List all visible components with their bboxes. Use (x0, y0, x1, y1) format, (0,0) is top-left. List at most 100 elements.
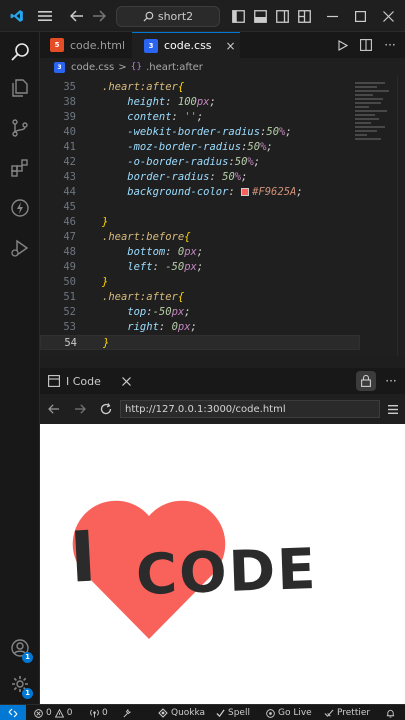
ports-indicator[interactable]: 0 (90, 705, 108, 720)
error-count: 0 (46, 708, 52, 718)
code-token: } (102, 276, 109, 288)
code-text: } (102, 215, 108, 230)
go-live-button[interactable]: Go Live (266, 705, 312, 720)
color-swatch[interactable] (241, 188, 250, 196)
code-token: ; (266, 141, 273, 153)
minimap[interactable] (355, 82, 395, 202)
editor-scrollbar[interactable] (397, 76, 405, 356)
remote-lightning-icon[interactable] (0, 188, 40, 228)
breadcrumb-separator: > (118, 61, 127, 73)
spell-indicator[interactable]: Spell (216, 705, 250, 720)
code-line[interactable]: 48 bottom: 0px; (40, 245, 360, 260)
prettier-indicator[interactable]: Prettier (324, 705, 370, 720)
code-line[interactable]: 40 -webkit-border-radius:50%; (40, 125, 360, 140)
error-icon (34, 708, 43, 718)
code-token: { (177, 291, 185, 303)
code-token: right (102, 321, 159, 333)
run-icon[interactable] (336, 32, 350, 58)
code-token: top (102, 306, 147, 318)
code-line[interactable]: 46} (40, 215, 360, 230)
quokka-indicator[interactable]: Quokka (158, 705, 205, 720)
code-token: -50 (152, 306, 172, 318)
heading-code: CODE (134, 536, 319, 609)
line-number: 39 (63, 111, 76, 123)
maximize-icon[interactable] (348, 0, 372, 32)
preview-close-icon[interactable] (118, 368, 134, 394)
toggle-panel-icon[interactable] (250, 0, 270, 32)
run-and-debug-icon[interactable] (0, 228, 40, 268)
toggle-secondary-sidebar-icon[interactable] (272, 0, 292, 32)
code-line[interactable]: 53 right: 0px; (40, 320, 360, 335)
code-token: } (103, 337, 110, 349)
code-line[interactable]: 38 height: 100px; (40, 95, 360, 110)
code-line[interactable]: 52 top:-50px; (40, 305, 360, 320)
preview-more-icon[interactable]: ··· (382, 368, 400, 394)
remote-indicator[interactable] (0, 705, 26, 720)
tools-icon[interactable] (122, 705, 131, 720)
code-token: .heart:after (102, 81, 178, 93)
preview-back-icon[interactable] (44, 394, 64, 424)
more-actions-icon[interactable]: ··· (382, 32, 398, 58)
code-token: { (177, 81, 185, 93)
settings-badge: 1 (22, 688, 33, 699)
code-line[interactable]: 43 border-radius: 50%; (40, 170, 360, 185)
breadcrumb-file[interactable]: code.css (71, 62, 114, 73)
code-line[interactable]: 50} (40, 275, 360, 290)
code-line[interactable]: 35 .heart:after{ (40, 80, 360, 95)
breadcrumb-symbol[interactable]: .heart:after (146, 62, 203, 73)
reload-icon[interactable] (96, 394, 116, 424)
code-line[interactable]: 44 background-color: #F9625A; (40, 185, 360, 200)
search-icon[interactable] (0, 32, 40, 72)
settings-gear-icon[interactable]: 1 (0, 664, 40, 704)
code-text: right: 0px; (102, 320, 197, 335)
command-center-search[interactable]: short2 (116, 6, 220, 27)
toggle-primary-sidebar-icon[interactable] (228, 0, 248, 32)
code-token: : (171, 111, 185, 123)
code-token: left (102, 261, 153, 273)
minimize-icon[interactable] (320, 0, 344, 32)
problems-indicator[interactable]: 0 0 (34, 705, 72, 720)
code-token: ; (196, 246, 204, 258)
tab-label: code.html (70, 38, 126, 52)
code-line[interactable]: 41 -moz-border-radius:50%; (40, 140, 360, 155)
preview-menu-icon[interactable] (384, 394, 402, 424)
line-number: 50 (63, 276, 76, 288)
code-editor[interactable]: 35 .heart:after{38 height: 100px; 39 conte… (40, 76, 405, 356)
code-line[interactable]: 51 .heart:after{ (40, 290, 360, 305)
activity-bar: 1 1 (0, 32, 40, 704)
forward-icon[interactable] (88, 0, 110, 32)
code-line[interactable]: 39 content: ''; (40, 110, 360, 125)
code-text: left: -50px; (102, 260, 203, 275)
tab-code-css[interactable]: 3 code.css × (132, 32, 240, 58)
code-token: ; (196, 111, 204, 123)
extensions-icon[interactable] (0, 148, 40, 188)
code-text: border-radius: 50%; (102, 170, 247, 185)
code-text: content: ''; (102, 110, 203, 125)
lock-group-icon[interactable] (356, 371, 376, 391)
code-token: px (196, 96, 210, 108)
code-line[interactable]: 47 .heart:before{ (40, 230, 360, 245)
code-line[interactable]: 54} (40, 335, 360, 350)
preview-forward-icon[interactable] (70, 394, 90, 424)
code-line[interactable]: 42 -o-border-radius:50%; (40, 155, 360, 170)
explorer-files-icon[interactable] (0, 68, 40, 108)
menu-icon[interactable] (34, 0, 56, 32)
code-line[interactable]: 45 (40, 200, 360, 215)
spell-label: Spell (228, 708, 250, 718)
customize-layout-icon[interactable] (294, 0, 314, 32)
code-token: bottom (102, 246, 166, 258)
preview-url-input[interactable]: http://127.0.0.1:3000/code.html (120, 400, 380, 418)
accounts-icon[interactable]: 1 (0, 628, 40, 668)
line-number: 47 (63, 231, 76, 243)
source-control-icon[interactable] (0, 108, 40, 148)
tab-close-icon[interactable]: × (226, 39, 236, 53)
notifications-bell-icon[interactable] (386, 705, 395, 720)
back-icon[interactable] (66, 0, 88, 32)
code-token: .heart:after (102, 291, 178, 303)
code-token: border-radius (102, 171, 210, 183)
code-line[interactable]: 49 left: -50px; (40, 260, 360, 275)
split-editor-icon[interactable] (358, 32, 374, 58)
tab-code-html[interactable]: 5 code.html (40, 32, 132, 58)
close-icon[interactable] (376, 0, 400, 32)
search-icon (143, 11, 154, 22)
